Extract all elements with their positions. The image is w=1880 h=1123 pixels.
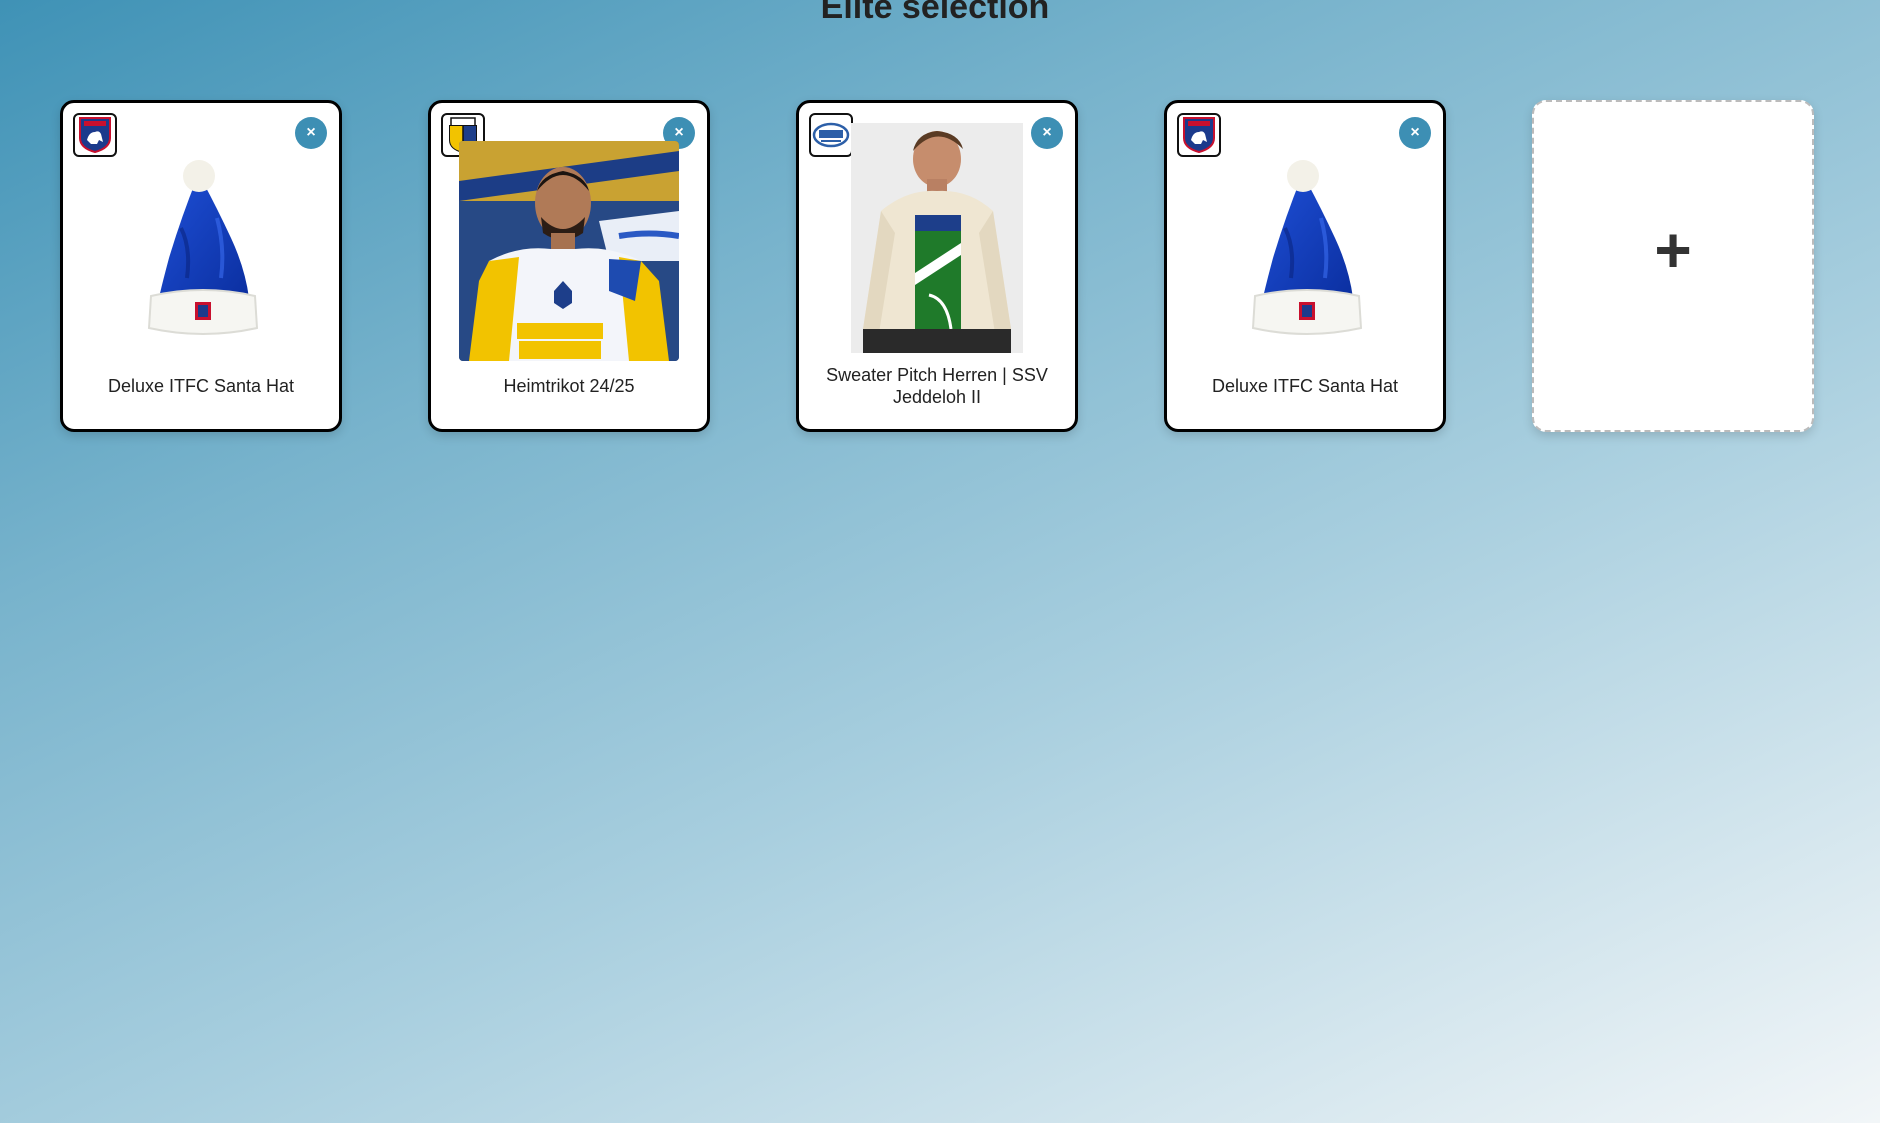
- product-card[interactable]: × Deluxe ITFC Santa Hat: [60, 100, 342, 432]
- remove-button[interactable]: ×: [1031, 117, 1063, 149]
- product-name: Deluxe ITFC Santa Hat: [1211, 376, 1399, 396]
- jersey-player-image: [459, 141, 679, 361]
- product-card[interactable]: × Sweater Pitch Herren | SSV Jeddeloh II: [796, 100, 1078, 432]
- page-title: Elite selection: [820, 0, 1050, 26]
- add-product-button[interactable]: +: [1532, 100, 1814, 432]
- ipswich-crest-icon: [73, 113, 117, 157]
- product-name: Deluxe ITFC Santa Hat: [107, 376, 295, 396]
- ipswich-crest-icon: [1177, 113, 1221, 157]
- ssv-jeddeloh-crest-icon: [809, 113, 853, 157]
- sweater-model-image: [851, 123, 1023, 353]
- product-name: Sweater Pitch Herren | SSV Jeddeloh II: [826, 365, 1048, 407]
- product-card[interactable]: × Deluxe ITFC Santa Hat: [1164, 100, 1446, 432]
- remove-button[interactable]: ×: [1399, 117, 1431, 149]
- product-name: Heimtrikot 24/25: [503, 376, 635, 396]
- product-card[interactable]: × Heimtrikot 24/25: [428, 100, 710, 432]
- santa-hat-image: [121, 158, 281, 348]
- santa-hat-image: [1225, 158, 1385, 348]
- product-card-list: × Deluxe ITFC Santa Hat × Heimtrikot 24/…: [60, 100, 1820, 432]
- plus-icon: +: [1654, 214, 1692, 286]
- remove-button[interactable]: ×: [295, 117, 327, 149]
